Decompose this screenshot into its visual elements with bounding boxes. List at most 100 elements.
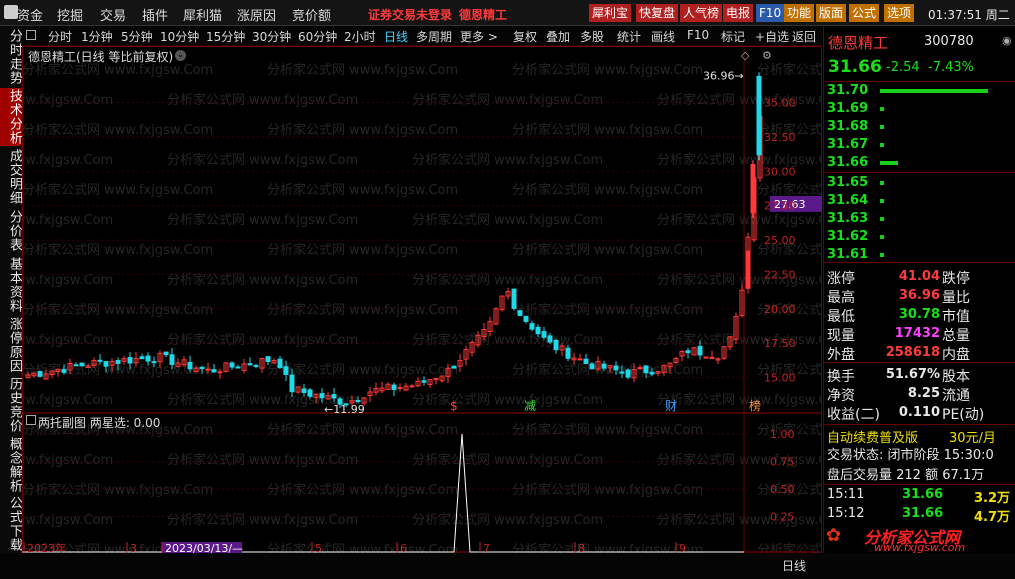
- order-book-bar: [880, 199, 884, 203]
- quote-pct: -7.43%: [928, 60, 974, 75]
- watermark-text: 分析家公式网 www.fxjgsw.Com: [267, 422, 458, 438]
- watermark-text: 分析家公式网 www.fxjgsw.Com: [267, 482, 458, 498]
- order-book-row[interactable]: 31.67: [824, 136, 1015, 154]
- period-15min[interactable]: 15分钟: [206, 28, 245, 45]
- tab-price-table[interactable]: 分价表: [0, 208, 22, 254]
- order-book-row[interactable]: 31.69: [824, 100, 1015, 118]
- left-tab-strip: 分时走势 技术分析 成交明细 分价表 基本资料 涨停原因 历史竞价 概念解析 公…: [0, 26, 22, 553]
- grid-toggle-icon[interactable]: [26, 30, 36, 40]
- formula-button[interactable]: 公式: [849, 4, 880, 22]
- period-5min[interactable]: 5分钟: [121, 28, 153, 45]
- ximao-bao-button[interactable]: 犀利宝: [589, 4, 632, 22]
- tick-volume: 4.7万: [974, 510, 1011, 525]
- stat-value: 17432: [894, 326, 940, 341]
- menu-item-auction[interactable]: 竞价额: [292, 5, 331, 24]
- order-book-row[interactable]: 31.63: [824, 210, 1015, 228]
- candle: [373, 382, 379, 396]
- candle: [745, 246, 751, 294]
- tab-tech-analysis[interactable]: 技术分析: [0, 88, 22, 146]
- period-multi[interactable]: 多周期: [416, 28, 452, 45]
- telegraph-button[interactable]: 电报: [723, 4, 754, 22]
- tab-timeshare[interactable]: 分时走势: [0, 28, 22, 86]
- stat-value: 0.110: [898, 405, 940, 420]
- order-book-row[interactable]: 31.70: [824, 82, 1015, 100]
- period-1min[interactable]: 1分钟: [81, 28, 113, 45]
- period-60min[interactable]: 60分钟: [298, 28, 337, 45]
- period-2hour[interactable]: 2小时: [344, 28, 376, 45]
- menu-item-mining[interactable]: 挖掘: [57, 5, 83, 24]
- menu-item-trade[interactable]: 交易: [100, 5, 126, 24]
- draw-line-button[interactable]: 画线: [651, 28, 675, 45]
- order-book-row[interactable]: 31.65: [824, 174, 1015, 192]
- watermark-text: 分析家公式网 www.fxjgsw.Com: [167, 332, 358, 348]
- candle: [223, 362, 229, 373]
- layout-button[interactable]: 版面: [816, 4, 847, 22]
- watermark-text: 分析家公式网 www.fxjgsw.Com: [512, 182, 703, 198]
- site-logo-icon: ✿: [826, 525, 842, 546]
- period-minute-chart[interactable]: 分时: [48, 28, 72, 45]
- order-book-row[interactable]: 31.61: [824, 246, 1015, 264]
- candle: [433, 378, 439, 385]
- mark-button[interactable]: 标记: [721, 28, 745, 45]
- order-book-price: 31.68: [827, 119, 869, 134]
- order-book-row[interactable]: 31.66: [824, 154, 1015, 172]
- candle-body: [391, 384, 397, 390]
- candle-body: [421, 380, 427, 383]
- candle: [139, 353, 145, 360]
- overlay-button[interactable]: 叠加: [546, 28, 570, 45]
- order-book-row[interactable]: 31.68: [824, 118, 1015, 136]
- order-book-row[interactable]: 31.64: [824, 192, 1015, 210]
- watermark-text: 分析家公式网 www.fxjgsw.Com: [167, 152, 358, 168]
- order-book-price: 31.66: [827, 155, 869, 170]
- menu-item-funds[interactable]: 资金: [17, 5, 43, 24]
- tab-history-auction[interactable]: 历史竞价: [0, 376, 22, 434]
- chevron-down-icon[interactable]: ⌄: [175, 50, 186, 61]
- bottom-period-tab[interactable]: 日线: [782, 557, 806, 574]
- promo-row[interactable]: 自动续费普及版 30元/月: [824, 424, 1015, 446]
- candle-body: [649, 371, 655, 375]
- diamond-icon[interactable]: ◇: [741, 49, 749, 62]
- tab-deal-detail[interactable]: 成交明细: [0, 148, 22, 206]
- checkbox-icon[interactable]: [26, 415, 36, 425]
- watermark-text: 分析家公式网 www.fxjgsw.Com: [657, 272, 822, 288]
- gear-icon[interactable]: ⚙: [762, 49, 772, 62]
- tab-formula-download[interactable]: 公式下载: [0, 496, 22, 552]
- sub-y-tick-label: 1.00: [770, 428, 795, 441]
- login-warning[interactable]: 证券交易未登录: [368, 6, 452, 23]
- multi-stock-button[interactable]: 多股: [580, 28, 604, 45]
- order-book-row[interactable]: 31.62: [824, 228, 1015, 246]
- stats-row: 外盘 258618 内盘: [824, 342, 1015, 363]
- menu-item-plugin[interactable]: 插件: [142, 5, 168, 24]
- candle: [163, 351, 169, 358]
- popularity-button[interactable]: 人气榜: [680, 4, 723, 22]
- order-book-bar: [880, 143, 884, 147]
- period-daily[interactable]: 日线: [384, 28, 408, 45]
- menu-item-ximao[interactable]: 犀利猫: [183, 5, 222, 24]
- quick-review-button[interactable]: 快复盘: [636, 4, 679, 22]
- period-30min[interactable]: 30分钟: [252, 28, 291, 45]
- order-book-bar: [880, 217, 884, 221]
- sub-y-tick-label: 0.50: [770, 483, 795, 496]
- function-button[interactable]: 功能: [784, 4, 815, 22]
- statistics-button[interactable]: 统计: [617, 28, 641, 45]
- watermark-text: 分析家公式网 www.fxjgsw.Com: [757, 62, 822, 78]
- tab-concept[interactable]: 概念解析: [0, 436, 22, 494]
- watermark-text: 分析家公式网 www.fxjgsw.Com: [22, 122, 213, 138]
- f10-top-button[interactable]: F10: [756, 4, 785, 22]
- tab-basic-info[interactable]: 基本资料: [0, 256, 22, 314]
- kline-chart[interactable]: 分析家公式网 www.fxjgsw.Com 分析家公式网 www.fxjgsw.C…: [22, 46, 822, 554]
- refresh-icon[interactable]: ◉: [1002, 34, 1012, 47]
- tab-limit-reason[interactable]: 涨停原因: [0, 316, 22, 374]
- restore-rights-button[interactable]: 复权: [513, 28, 537, 45]
- back-button[interactable]: 返回: [792, 28, 816, 45]
- period-10min[interactable]: 10分钟: [160, 28, 199, 45]
- candle-body: [73, 364, 79, 367]
- order-book-bar: [880, 181, 884, 185]
- options-button[interactable]: 选项: [884, 4, 915, 22]
- period-more[interactable]: 更多 >: [460, 28, 498, 45]
- watermark-text: 分析家公式网 www.fxjgsw.Com: [22, 512, 113, 528]
- menu-item-reason[interactable]: 涨原因: [237, 5, 276, 24]
- f10-button[interactable]: F10: [687, 28, 709, 42]
- add-watchlist-button[interactable]: +自选: [755, 28, 789, 45]
- candle-body: [229, 362, 235, 368]
